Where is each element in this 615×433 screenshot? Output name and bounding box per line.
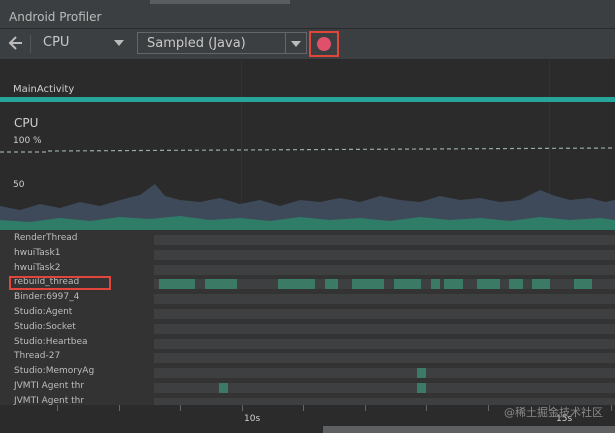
tick-label-10s: 10s: [244, 414, 261, 424]
thread-name: RenderThread: [14, 233, 78, 243]
thread-activity-block: [416, 368, 426, 379]
timeline-tick: [303, 405, 304, 411]
thread-lane: [154, 294, 615, 305]
thread-name: hwuiTask1: [14, 247, 61, 258]
record-button[interactable]: [309, 31, 339, 57]
timeline-tick: [611, 405, 612, 411]
thread-row[interactable]: Studio:MemoryAg: [0, 365, 615, 380]
timeline-tick: [488, 405, 489, 411]
cpu-title: CPU: [14, 116, 39, 130]
timeline-tick: [57, 405, 58, 411]
activity-lifecycle-bar: [0, 97, 615, 102]
thread-activity-block: [476, 279, 500, 290]
thread-activity-block: [532, 279, 551, 290]
title-bar: Android Profiler: [0, 6, 615, 29]
thread-activity-block: [508, 279, 523, 290]
thread-row[interactable]: JVMTI Agent thr: [0, 380, 615, 395]
thread-name: Studio:Agent: [14, 307, 73, 317]
back-arrow-icon[interactable]: [6, 33, 26, 53]
window-title: Android Profiler: [9, 10, 102, 24]
thread-row[interactable]: Studio:Heartbea: [0, 336, 615, 351]
timeline-scrollbar[interactable]: [323, 426, 615, 433]
thread-name: Studio:Socket: [14, 321, 76, 332]
timeline-tick: [365, 405, 366, 411]
thread-row[interactable]: hwuiTask1: [0, 247, 615, 262]
thread-activity-block: [204, 279, 237, 290]
thread-activity-block: [158, 279, 196, 290]
thread-activity-block: [393, 279, 422, 290]
thread-row[interactable]: Studio:Socket: [0, 321, 615, 336]
process-dropdown[interactable]: CPU: [36, 32, 130, 54]
thread-lane: [154, 235, 615, 245]
thread-activity-block: [324, 279, 339, 290]
thread-activity-block: [430, 279, 440, 290]
profiling-mode-value: Sampled (Java): [147, 36, 246, 51]
thread-name: Thread-27: [14, 351, 61, 362]
thread-row[interactable]: Binder:6997_4: [0, 291, 615, 306]
thread-row[interactable]: Thread-27: [0, 350, 615, 365]
watermark: @稀土掘金技术社区: [504, 406, 603, 419]
activity-name: MainActivity: [13, 84, 75, 95]
thread-lane: [154, 309, 615, 319]
thread-name: Binder:6997_4: [14, 292, 80, 303]
timeline-tick: [242, 405, 243, 411]
threads-panel: RenderThread hwuiTask1 hwuiTask2 rebuild_th…: [0, 230, 615, 410]
toolbar-divider: [30, 35, 31, 53]
timeline-tick: [180, 405, 181, 411]
thread-name: JVMTI Agent thr: [14, 381, 85, 391]
thread-lane: [154, 249, 615, 260]
profiling-mode-dropdown[interactable]: Sampled (Java): [137, 32, 307, 54]
thread-activity-block: [416, 383, 426, 393]
thread-lane: [154, 338, 615, 349]
thread-row[interactable]: hwuiTask2: [0, 262, 615, 277]
timeline-tick: [119, 405, 120, 411]
thread-lane: [154, 323, 615, 334]
timeline-tick: [426, 405, 427, 411]
thread-lane: [154, 368, 615, 379]
thread-activity-block: [444, 279, 463, 290]
thread-lane: [154, 353, 615, 364]
thread-activity-block: [218, 383, 228, 393]
chevron-down-icon: [114, 40, 124, 46]
thread-row[interactable]: RenderThread: [0, 232, 615, 247]
cpu-threads-line: [47, 147, 615, 152]
cpu-usage-chart[interactable]: [0, 140, 615, 230]
thread-lane: [154, 264, 615, 275]
record-icon: [317, 37, 331, 51]
rebuild-thread-highlight: [9, 276, 111, 290]
process-dropdown-value: CPU: [43, 35, 70, 50]
thread-name: Studio:MemoryAg: [14, 366, 95, 377]
thread-activity-block: [573, 279, 592, 290]
toolbar: CPU Sampled (Java): [0, 29, 615, 60]
thread-activity-block: [278, 279, 316, 290]
thread-row[interactable]: Studio:Agent: [0, 306, 615, 321]
thread-name: hwuiTask2: [14, 262, 61, 273]
chevron-down-icon: [291, 41, 301, 47]
thread-activity-block: [352, 279, 385, 290]
thread-name: Studio:Heartbea: [14, 336, 88, 347]
